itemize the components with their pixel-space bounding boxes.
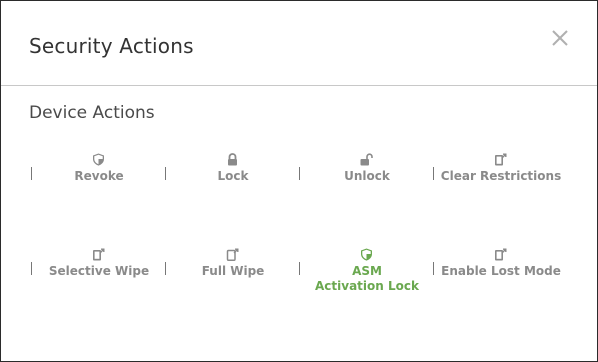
shield-icon — [93, 153, 104, 166]
action-clear-restrictions[interactable]: Clear Restrictions — [433, 153, 567, 207]
action-label-line2: Activation Lock — [315, 279, 419, 293]
action-label: Unlock — [344, 169, 390, 183]
dialog-header: Security Actions — [1, 1, 597, 86]
shield-icon — [361, 248, 372, 261]
separator — [31, 262, 32, 275]
device-arrow-outline-icon — [226, 248, 239, 261]
dialog-title: Security Actions — [29, 34, 194, 58]
action-label: Full Wipe — [201, 264, 265, 278]
device-arrow-icon — [495, 153, 507, 166]
separator — [433, 167, 434, 180]
section-title-device-actions: Device Actions — [29, 103, 155, 123]
separator — [165, 167, 166, 180]
action-label: Clear Restrictions — [440, 169, 562, 183]
action-unlock[interactable]: Unlock — [299, 153, 433, 207]
close-button[interactable] — [551, 29, 569, 47]
action-label: Revoke — [74, 169, 124, 183]
separator — [299, 167, 300, 180]
action-lock[interactable]: Lock — [165, 153, 299, 207]
action-full-wipe[interactable]: Full Wipe — [165, 248, 299, 302]
action-label-line1: ASM — [352, 264, 382, 278]
action-label: ASM Activation Lock — [301, 264, 433, 294]
action-revoke[interactable]: Revoke — [31, 153, 165, 207]
device-arrow-icon — [93, 248, 105, 261]
security-actions-dialog: Security Actions Device Actions Revoke L… — [0, 0, 598, 362]
device-arrow-icon — [495, 248, 507, 261]
action-asm-activation-lock[interactable]: ASM Activation Lock — [299, 248, 433, 302]
separator — [299, 262, 300, 275]
action-enable-lost-mode[interactable]: Enable Lost Mode — [433, 248, 567, 302]
action-selective-wipe[interactable]: Selective Wipe — [31, 248, 165, 302]
unlock-icon — [360, 153, 373, 166]
separator — [165, 262, 166, 275]
separator — [31, 167, 32, 180]
close-icon — [552, 30, 568, 46]
separator — [433, 262, 434, 275]
lock-icon — [228, 153, 237, 166]
action-label: Lock — [217, 169, 249, 183]
action-label: Selective Wipe — [48, 264, 150, 278]
action-label: Enable Lost Mode — [441, 264, 561, 278]
